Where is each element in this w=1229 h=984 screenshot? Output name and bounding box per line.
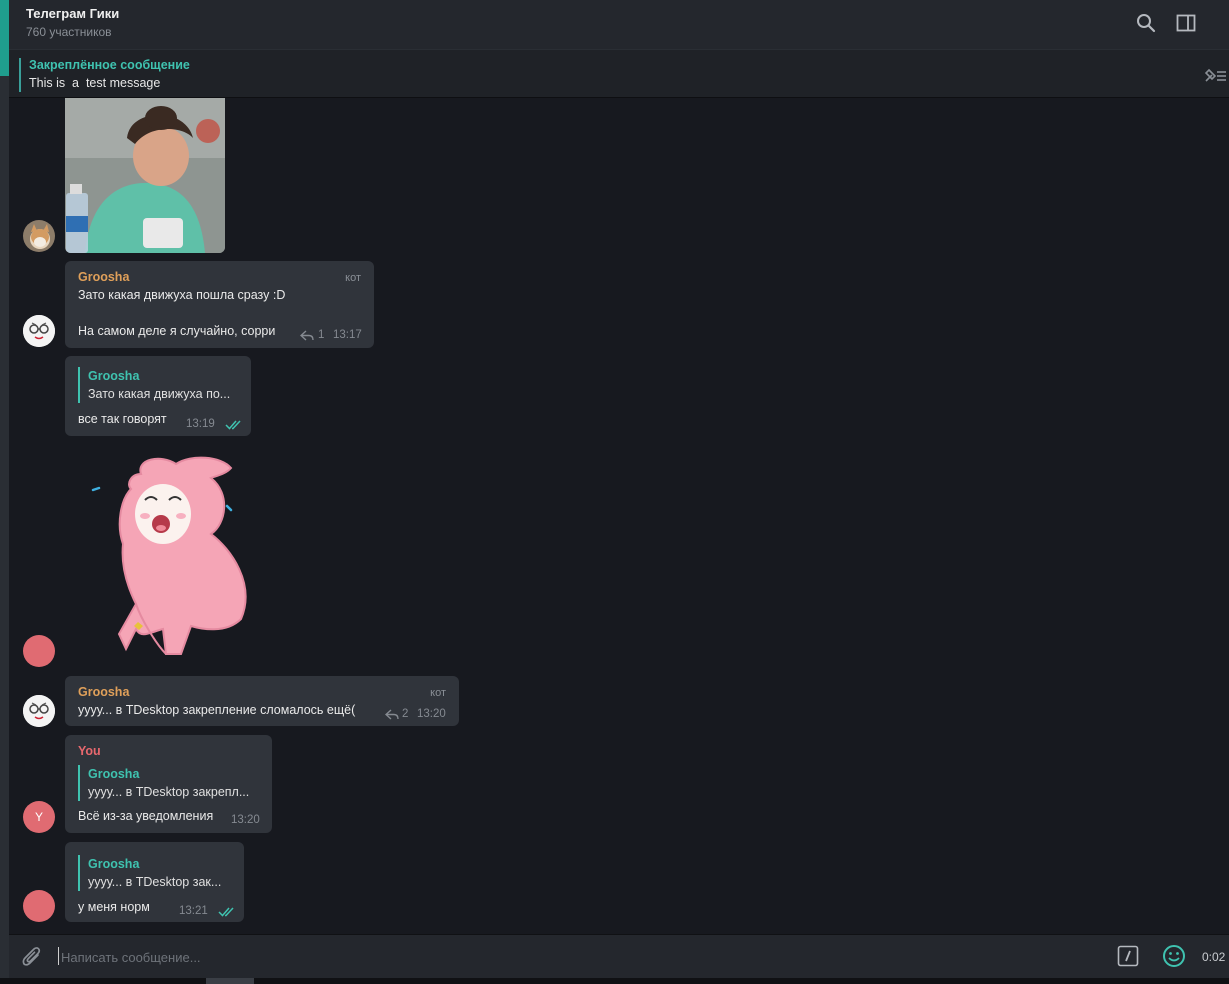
gif-image	[65, 98, 225, 253]
message-bubble-5[interactable]: Groosha уууу... в TDesktop зак... у меня…	[65, 842, 244, 922]
message-bubble-4[interactable]: You Groosha уууу... в TDesktop закрепл..…	[65, 735, 272, 833]
message-text-line-2: На самом деле я случайно, сорри	[78, 324, 276, 338]
message-input[interactable]	[61, 946, 661, 968]
quote-text: уууу... в TDesktop зак...	[88, 875, 222, 889]
avatar-user-pink[interactable]	[23, 635, 55, 667]
avatar-letter: Y	[34, 810, 43, 824]
emoji-icon[interactable]	[1162, 944, 1186, 968]
double-check-icon	[225, 420, 241, 430]
chat-title[interactable]: Телеграм Гики	[26, 6, 119, 21]
active-chat-indicator	[0, 0, 9, 76]
message-time: 13:17	[333, 329, 362, 341]
quote-text: уууу... в TDesktop закрепл...	[88, 785, 250, 799]
sidebar-toggle-icon[interactable]	[1175, 12, 1197, 34]
gif-message[interactable]	[65, 98, 225, 253]
pinned-indicator	[19, 58, 21, 92]
text-cursor	[58, 947, 59, 965]
message-time: 13:21	[179, 905, 208, 917]
sticker-llama[interactable]	[81, 454, 261, 659]
pinned-message-bar[interactable]: Закреплённое сообщение This is a test me…	[9, 49, 1229, 98]
chat-list-edge	[0, 0, 9, 984]
admin-tag: кот	[430, 687, 446, 699]
message-time: 13:20	[231, 814, 260, 826]
reply-count[interactable]: 1	[318, 329, 324, 341]
sender-name[interactable]: Groosha	[78, 685, 129, 699]
quote-sender: Groosha	[88, 857, 140, 871]
message-time: 13:19	[186, 418, 215, 430]
chat-header[interactable]: Телеграм Гики 760 участников	[9, 0, 1229, 49]
horizontal-scrollbar[interactable]	[0, 978, 1229, 984]
avatar-groosha[interactable]	[23, 695, 55, 727]
avatar-cat[interactable]	[23, 220, 55, 252]
message-bubble-3[interactable]: Groosha кот уууу... в TDesktop закреплен…	[65, 676, 459, 726]
groosha-avatar-image	[23, 695, 55, 727]
message-list[interactable]: Groosha кот Зато какая движуха пошла сра…	[9, 98, 1229, 934]
reply-quote[interactable]: Groosha уууу... в TDesktop зак...	[78, 855, 258, 891]
bot-command-icon[interactable]	[1117, 945, 1139, 967]
avatar-user-pink[interactable]	[23, 890, 55, 922]
pinned-text: This is a test message	[29, 76, 161, 90]
pinned-title: Закреплённое сообщение	[29, 58, 190, 72]
sender-name[interactable]: Groosha	[78, 270, 129, 284]
unpin-icon[interactable]	[1203, 66, 1227, 84]
member-count[interactable]: 760 участников	[26, 25, 112, 39]
reply-icon[interactable]	[300, 330, 314, 341]
message-composer[interactable]: 0:02	[9, 934, 1229, 978]
message-time: 13:20	[417, 708, 446, 720]
message-text-line-1: Зато какая движуха пошла сразу :D	[78, 288, 286, 302]
search-icon[interactable]	[1135, 12, 1157, 34]
message-bubble-1[interactable]: Groosha кот Зато какая движуха пошла сра…	[65, 261, 374, 348]
groosha-avatar-image	[23, 315, 55, 347]
admin-tag: кот	[345, 272, 361, 284]
avatar-groosha[interactable]	[23, 315, 55, 347]
attach-icon[interactable]	[21, 945, 43, 969]
message-text: уууу... в TDesktop закрепление сломалось…	[78, 703, 356, 717]
message-text: у меня норм	[78, 900, 150, 914]
quote-text: Зато какая движуха по...	[88, 387, 231, 401]
message-bubble-2[interactable]: Groosha Зато какая движуха по... все так…	[65, 356, 251, 436]
reply-quote[interactable]: Groosha Зато какая движуха по...	[78, 367, 258, 403]
avatar-you[interactable]: Y	[23, 801, 55, 833]
double-check-icon	[218, 907, 234, 917]
quote-sender: Groosha	[88, 767, 140, 781]
sender-name[interactable]: You	[78, 744, 101, 758]
message-text: Всё из-за уведомления	[78, 809, 214, 823]
record-timer: 0:02	[1202, 950, 1226, 964]
scrollbar-thumb[interactable]	[206, 978, 254, 984]
quote-sender: Groosha	[88, 369, 140, 383]
reply-count[interactable]: 2	[402, 708, 408, 720]
reply-icon[interactable]	[385, 709, 399, 720]
reply-quote[interactable]: Groosha уууу... в TDesktop закрепл...	[78, 765, 258, 801]
cat-avatar-image	[23, 220, 55, 252]
message-text: все так говорят	[78, 412, 167, 426]
